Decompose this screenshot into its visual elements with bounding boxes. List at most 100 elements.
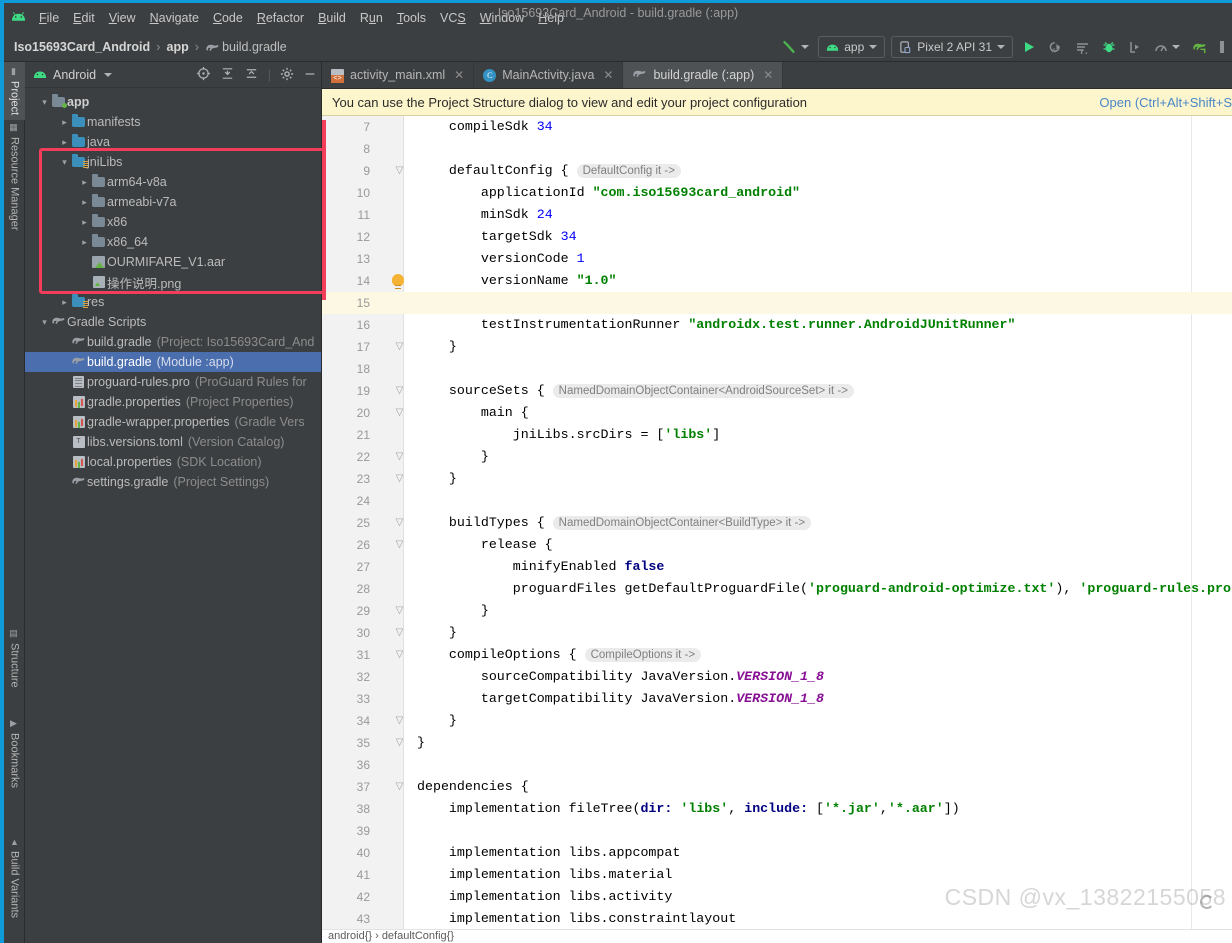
code-line[interactable]: 35 ▽}: [322, 732, 1232, 754]
tree-node[interactable]: java: [25, 132, 321, 152]
code-line[interactable]: 23 ▽ }: [322, 468, 1232, 490]
code-line[interactable]: 30 ▽ }: [322, 622, 1232, 644]
fold-toggle-icon[interactable]: ▽: [394, 710, 405, 732]
code-line[interactable]: 11 minSdk 24: [322, 204, 1232, 226]
menu-item-run[interactable]: Run: [353, 8, 390, 28]
fold-toggle-icon[interactable]: ▽: [394, 600, 405, 622]
fold-toggle-icon[interactable]: ▽: [394, 644, 405, 666]
code-editor[interactable]: 7 compileSdk 34 8 9 ▽ defaultConfig { Defau…: [322, 116, 1232, 929]
breadcrumb-project[interactable]: Iso15693Card_Android: [14, 40, 150, 54]
code-line[interactable]: 15: [322, 292, 1232, 314]
close-icon[interactable]: ✕: [763, 68, 773, 82]
collapse-arrow-icon[interactable]: [59, 157, 70, 168]
build-hammer-button[interactable]: [778, 39, 812, 55]
code-line[interactable]: 41 implementation libs.material: [322, 864, 1232, 886]
menu-item-code[interactable]: Code: [206, 8, 250, 28]
attach-debugger-button[interactable]: [1125, 40, 1145, 54]
tree-node[interactable]: build.gradle (Module :app): [25, 352, 321, 372]
fold-toggle-icon[interactable]: ▽: [394, 622, 405, 644]
tree-node[interactable]: gradle.properties (Project Properties): [25, 392, 321, 412]
hide-panel-icon[interactable]: [303, 67, 317, 84]
tree-node[interactable]: armeabi-v7a: [25, 192, 321, 212]
fold-toggle-icon[interactable]: ▽: [394, 402, 405, 424]
tree-node[interactable]: manifests: [25, 112, 321, 132]
menu-item-view[interactable]: View: [102, 8, 143, 28]
code-line[interactable]: 39: [322, 820, 1232, 842]
sidebar-item-structure[interactable]: ▤ Structure: [4, 624, 25, 693]
menu-item-window[interactable]: Window: [473, 8, 531, 28]
tree-node[interactable]: settings.gradle (Project Settings): [25, 472, 321, 492]
breadcrumb-module[interactable]: app: [167, 40, 189, 54]
code-line[interactable]: 36: [322, 754, 1232, 776]
code-line[interactable]: 28 proguardFiles getDefaultProguardFile(…: [322, 578, 1232, 600]
menu-item-vcs[interactable]: VCS: [433, 8, 473, 28]
code-line[interactable]: 13 versionCode 1: [322, 248, 1232, 270]
code-line[interactable]: 42 implementation libs.activity: [322, 886, 1232, 908]
code-line[interactable]: 8: [322, 138, 1232, 160]
code-line[interactable]: 33 targetCompatibility JavaVersion.VERSI…: [322, 688, 1232, 710]
tab-mainactivity-java[interactable]: C MainActivity.java ✕: [474, 62, 624, 88]
tree-node[interactable]: build.gradle (Project: Iso15693Card_And: [25, 332, 321, 352]
code-line[interactable]: 17 ▽ }: [322, 336, 1232, 358]
sidebar-item-build-variants[interactable]: ▲ Build Variants: [4, 832, 25, 923]
run-configuration-selector[interactable]: app: [818, 36, 886, 58]
code-line[interactable]: 18: [322, 358, 1232, 380]
expand-arrow-icon[interactable]: [79, 177, 90, 188]
fold-toggle-icon[interactable]: ▽: [394, 336, 405, 358]
close-icon[interactable]: ✕: [603, 68, 613, 82]
code-line[interactable]: 20 ▽ main {: [322, 402, 1232, 424]
code-lines[interactable]: 7 compileSdk 34 8 9 ▽ defaultConfig { Defau…: [322, 116, 1232, 929]
code-line[interactable]: 10 applicationId "com.iso15693card_andro…: [322, 182, 1232, 204]
tree-node[interactable]: app: [25, 92, 321, 112]
intention-bulb-icon[interactable]: [392, 274, 404, 289]
fold-toggle-icon[interactable]: ▽: [394, 380, 405, 402]
run-button[interactable]: [1019, 40, 1039, 54]
expand-arrow-icon[interactable]: [59, 117, 70, 128]
collapse-arrow-icon[interactable]: [39, 317, 50, 328]
open-project-structure-link[interactable]: Open (Ctrl+Alt+Shift+S: [1099, 95, 1232, 110]
code-line[interactable]: 29 ▽ }: [322, 600, 1232, 622]
menu-item-help[interactable]: Help: [531, 8, 571, 28]
sync-gradle-button[interactable]: [1189, 40, 1210, 54]
expand-arrow-icon[interactable]: [79, 237, 90, 248]
expand-arrow-icon[interactable]: [59, 137, 70, 148]
menu-item-file[interactable]: File: [32, 8, 66, 28]
code-line[interactable]: 22 ▽ }: [322, 446, 1232, 468]
profiler-dropdown[interactable]: [1151, 41, 1183, 54]
code-line[interactable]: 32 sourceCompatibility JavaVersion.VERSI…: [322, 666, 1232, 688]
code-line[interactable]: 31 ▽ compileOptions { CompileOptions it -…: [322, 644, 1232, 666]
code-line[interactable]: 27 minifyEnabled false: [322, 556, 1232, 578]
menu-item-build[interactable]: Build: [311, 8, 353, 28]
code-line[interactable]: 9 ▽ defaultConfig { DefaultConfig it ->: [322, 160, 1232, 182]
code-line[interactable]: 37 ▽ dependencies {: [322, 776, 1232, 798]
tree-node[interactable]: x86_64: [25, 232, 321, 252]
menu-item-edit[interactable]: Edit: [66, 8, 102, 28]
tree-node[interactable]: local.properties (SDK Location): [25, 452, 321, 472]
expand-arrow-icon[interactable]: [79, 197, 90, 208]
code-line[interactable]: 19 ▽ sourceSets { NamedDomainObjectContai…: [322, 380, 1232, 402]
tree-node[interactable]: gradle-wrapper.properties (Gradle Vers: [25, 412, 321, 432]
tree-node[interactable]: OURMIFARE_V1.aar: [25, 252, 321, 272]
code-line[interactable]: 24: [322, 490, 1232, 512]
tab-build-gradle-app[interactable]: build.gradle (:app) ✕: [623, 62, 784, 88]
close-icon[interactable]: ✕: [454, 68, 464, 82]
tab-activity-main-xml[interactable]: activity_main.xml ✕: [322, 62, 475, 88]
menu-item-navigate[interactable]: Navigate: [143, 8, 206, 28]
fold-toggle-icon[interactable]: ▽: [394, 776, 405, 798]
tree-node[interactable]: proguard-rules.pro (ProGuard Rules for: [25, 372, 321, 392]
code-line[interactable]: 43 implementation libs.constraintlayout: [322, 908, 1232, 929]
code-line[interactable]: 40 implementation libs.appcompat: [322, 842, 1232, 864]
code-line[interactable]: 26 ▽ release {: [322, 534, 1232, 556]
code-line[interactable]: 34 ▽ }: [322, 710, 1232, 732]
menu-item-tools[interactable]: Tools: [390, 8, 433, 28]
run-profiler-button[interactable]: [1072, 41, 1093, 54]
tree-node[interactable]: jniLibs: [25, 152, 321, 172]
code-line[interactable]: 7 compileSdk 34: [322, 116, 1232, 138]
code-line[interactable]: 16 testInstrumentationRunner "androidx.t…: [322, 314, 1232, 336]
fold-toggle-icon[interactable]: ▽: [394, 468, 405, 490]
collapse-all-icon[interactable]: [244, 66, 259, 84]
collapse-arrow-icon[interactable]: [39, 97, 50, 108]
sidebar-item-bookmarks[interactable]: ▶ Bookmarks: [4, 714, 25, 793]
run-with-coverage-button[interactable]: A: [1045, 40, 1066, 54]
menu-item-refactor[interactable]: Refactor: [250, 8, 311, 28]
